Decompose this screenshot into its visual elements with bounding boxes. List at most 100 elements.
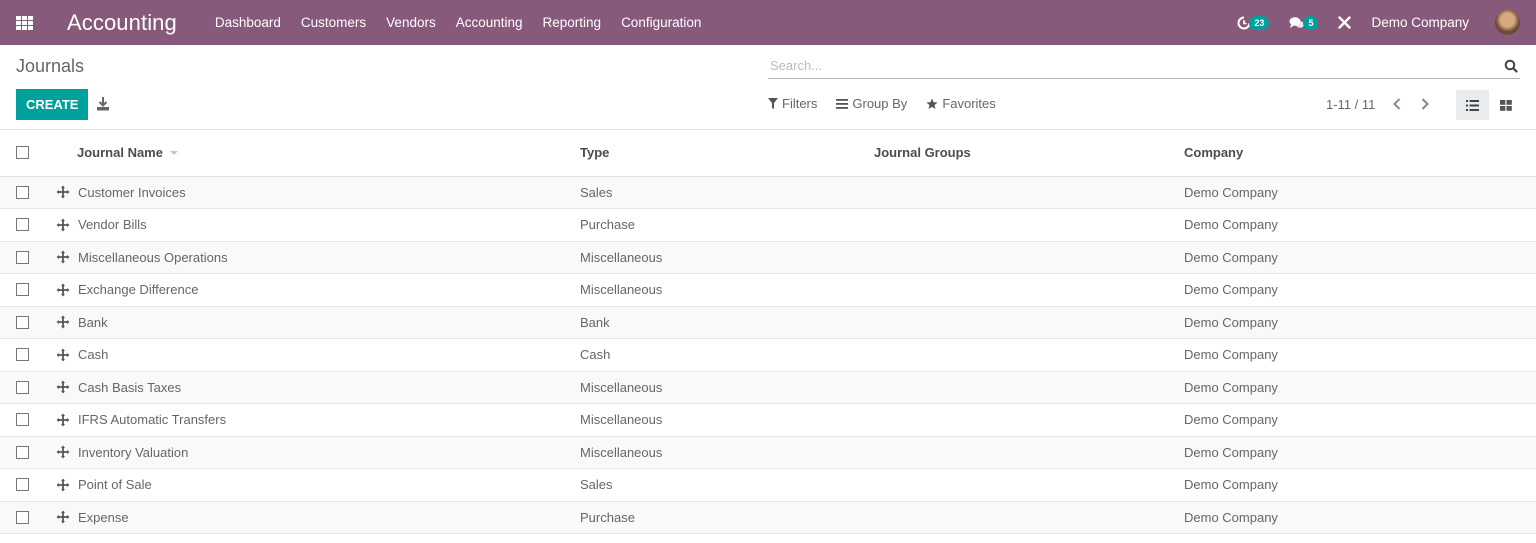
table-row[interactable]: Bank Bank Demo Company [0,306,1536,339]
apps-menu-icon[interactable] [16,15,33,30]
messages-button[interactable]: 5 [1289,15,1319,30]
control-panel: Journals CREATE Filters Group By [0,45,1536,130]
menu-accounting[interactable]: Accounting [446,15,533,30]
column-header-journal-name[interactable]: Journal Name [77,145,578,160]
menu-vendors[interactable]: Vendors [376,15,446,30]
download-icon[interactable] [96,96,110,112]
journal-groups-cell [872,241,1182,274]
table-row[interactable]: Inventory Valuation Miscellaneous Demo C… [0,436,1536,469]
journal-groups-cell [872,371,1182,404]
row-checkbox[interactable] [16,185,29,199]
journal-groups-cell [872,274,1182,307]
drag-handle-icon[interactable] [56,283,70,297]
row-checkbox[interactable] [16,510,29,524]
drag-handle-icon[interactable] [56,510,70,524]
menu-reporting[interactable]: Reporting [533,15,612,30]
drag-handle-icon[interactable] [56,348,70,362]
table-row[interactable]: Point of Sale Sales Demo Company [0,469,1536,502]
view-switcher [1456,90,1522,120]
bars-icon [836,98,849,109]
journal-name-cell: Miscellaneous Operations [78,249,228,265]
journal-type-cell: Sales [580,184,613,200]
create-button[interactable]: CREATE [16,89,89,120]
journal-type-cell: Miscellaneous [580,379,663,395]
company-cell: Demo Company [1184,509,1278,525]
list-view-button[interactable] [1456,90,1489,120]
column-header-journal-groups[interactable]: Journal Groups [872,130,1182,176]
company-cell: Demo Company [1184,379,1278,395]
row-checkbox[interactable] [16,380,29,394]
menu-dashboard[interactable]: Dashboard [205,15,291,30]
table-row[interactable]: Cash Cash Demo Company [0,339,1536,371]
pager-value[interactable]: 1-11 / 11 [1326,97,1375,112]
favorites-button[interactable]: Favorites [926,96,996,111]
table-row[interactable]: Exchange Difference Miscellaneous Demo C… [0,274,1536,307]
menu-customers[interactable]: Customers [291,15,376,30]
drag-handle-icon[interactable] [56,380,70,394]
journal-groups-cell [872,469,1182,502]
pager-next-button[interactable] [1419,96,1431,112]
breadcrumb: Journals [16,56,85,76]
activity-count-badge: 23 [1249,15,1270,30]
row-checkbox[interactable] [16,250,29,264]
drag-handle-icon[interactable] [56,250,70,264]
journal-groups-cell [872,176,1182,209]
column-header-type[interactable]: Type [578,130,872,176]
debug-tools-button[interactable] [1338,16,1352,29]
app-title[interactable]: Accounting [67,10,177,36]
filter-icon [768,98,778,109]
filters-button[interactable]: Filters [768,96,817,111]
journals-table: Journal Name Type Journal Groups Company… [0,130,1536,534]
row-checkbox[interactable] [16,218,29,232]
drag-handle-icon[interactable] [56,478,70,492]
row-checkbox[interactable] [16,283,29,297]
journal-type-cell: Bank [580,314,610,330]
journal-type-cell: Cash [580,347,611,363]
drag-handle-icon[interactable] [56,413,70,427]
group-by-button[interactable]: Group By [836,96,907,111]
row-checkbox[interactable] [16,315,29,329]
journal-name-cell: Bank [78,314,108,330]
drag-handle-icon[interactable] [56,445,70,459]
row-checkbox[interactable] [16,445,29,459]
table-row[interactable]: Vendor Bills Purchase Demo Company [0,209,1536,241]
messages-count-badge: 5 [1303,15,1319,30]
column-header-company[interactable]: Company [1182,130,1536,176]
table-row[interactable]: Customer Invoices Sales Demo Company [0,176,1536,209]
top-navbar: Accounting Dashboard Customers Vendors A… [0,0,1536,45]
row-checkbox[interactable] [16,478,29,492]
journal-type-cell: Sales [580,477,613,493]
favorites-label: Favorites [942,96,996,111]
search-input[interactable] [768,58,1504,73]
journal-name-cell: Expense [78,509,129,525]
company-switcher[interactable]: Demo Company [1371,15,1469,30]
table-row[interactable]: Expense Purchase Demo Company [0,501,1536,534]
chevron-right-icon [1422,98,1430,110]
table-row[interactable]: Cash Basis Taxes Miscellaneous Demo Comp… [0,371,1536,404]
company-cell: Demo Company [1184,217,1278,233]
row-checkbox[interactable] [16,348,29,362]
menu-configuration[interactable]: Configuration [611,15,711,30]
journal-name-cell: Cash [78,347,109,363]
journal-type-cell: Miscellaneous [580,412,663,428]
pager-previous-button[interactable] [1391,96,1403,112]
journal-groups-cell [872,436,1182,469]
journal-groups-cell [872,404,1182,437]
list-icon [1466,99,1479,111]
main-menu: Dashboard Customers Vendors Accounting R… [205,15,712,30]
table-row[interactable]: Miscellaneous Operations Miscellaneous D… [0,241,1536,274]
company-cell: Demo Company [1184,444,1278,460]
drag-handle-icon[interactable] [56,185,70,199]
activity-button[interactable]: 23 [1237,15,1270,30]
user-avatar[interactable] [1495,10,1520,35]
journal-type-cell: Miscellaneous [580,282,663,298]
select-all-checkbox[interactable] [16,146,29,160]
kanban-view-button[interactable] [1489,90,1522,120]
search-icon[interactable] [1504,59,1518,73]
table-row[interactable]: IFRS Automatic Transfers Miscellaneous D… [0,404,1536,437]
search-bar [768,53,1520,79]
journal-type-cell: Purchase [580,217,635,233]
row-checkbox[interactable] [16,413,29,427]
drag-handle-icon[interactable] [56,218,70,232]
drag-handle-icon[interactable] [56,315,70,329]
